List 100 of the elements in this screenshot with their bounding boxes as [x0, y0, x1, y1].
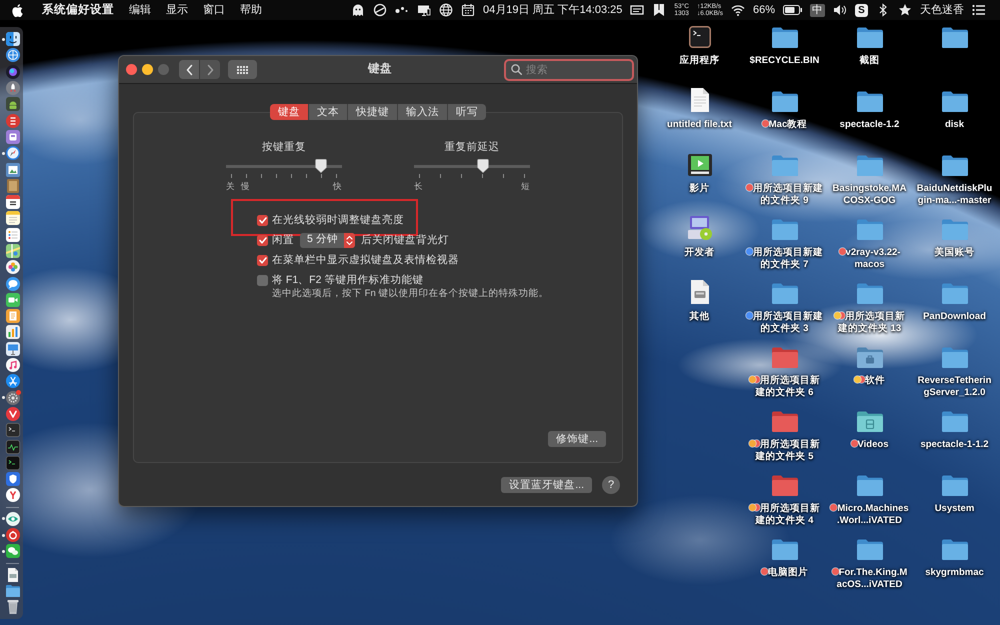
modifier-keys-button[interactable]: 修饰键... — [548, 431, 606, 447]
slider-thumb[interactable] — [315, 159, 328, 173]
terminal-icon[interactable] — [688, 26, 710, 48]
bookmark-icon[interactable] — [652, 3, 666, 17]
document-icon[interactable] — [6, 568, 20, 582]
computer-disc-icon[interactable] — [688, 216, 712, 240]
close-button[interactable] — [126, 64, 137, 75]
monitor-icon[interactable] — [417, 3, 432, 17]
folder-icon[interactable] — [942, 475, 968, 496]
folder-icon[interactable] — [942, 91, 968, 112]
presentation-icon[interactable] — [6, 342, 20, 356]
window-lines-icon[interactable] — [630, 3, 644, 17]
folder-icon[interactable] — [6, 584, 20, 598]
folder-icon[interactable] — [856, 539, 882, 560]
menu-item[interactable]: 显示 — [166, 3, 188, 17]
app-logo[interactable]: S — [855, 4, 868, 16]
folder-icon[interactable] — [772, 27, 798, 48]
checkbox[interactable] — [257, 254, 268, 266]
video-camera-icon[interactable] — [6, 292, 20, 307]
battery-percentage[interactable]: 66% — [752, 2, 775, 18]
folder-icon[interactable] — [772, 539, 798, 560]
file-label: 用所选项目新建的文件夹 9 — [753, 183, 823, 206]
folder-icon[interactable] — [942, 155, 968, 176]
shield-icon[interactable] — [6, 472, 20, 486]
back-button[interactable] — [179, 60, 199, 79]
tab[interactable]: 快捷键 — [347, 104, 397, 120]
folder-icon[interactable] — [856, 155, 882, 176]
folder-icon[interactable] — [856, 27, 882, 48]
terminal-icon[interactable] — [6, 456, 20, 470]
checkmark-icon — [258, 256, 266, 264]
fork-logo-icon[interactable] — [6, 488, 20, 502]
compass-icon[interactable] — [6, 146, 20, 160]
tab[interactable]: 听写 — [447, 104, 486, 120]
folder-icon[interactable] — [856, 475, 882, 496]
folder-icon[interactable] — [772, 91, 798, 112]
app-icon[interactable] — [6, 130, 20, 144]
chart-monitor-icon[interactable] — [6, 440, 20, 454]
menu-item[interactable]: 窗口 — [203, 3, 225, 17]
drive-document-icon[interactable] — [690, 280, 708, 304]
checkbox[interactable] — [257, 234, 268, 246]
gear-icon[interactable] — [6, 390, 20, 405]
calendar-icon[interactable] — [6, 195, 20, 210]
tab[interactable]: 输入法 — [397, 104, 447, 120]
tab[interactable]: 文本 — [308, 104, 347, 120]
ghost-icon[interactable] — [351, 3, 366, 17]
music-note-icon[interactable] — [6, 358, 20, 372]
finder-face-icon[interactable] — [6, 32, 20, 46]
chevron-logo-icon[interactable] — [6, 406, 20, 421]
bluetooth-keyboard-button[interactable]: 设置蓝牙键盘... — [501, 477, 592, 493]
file-label: 用所选项目新建的文件夹 13 — [838, 311, 905, 334]
flower-icon[interactable] — [6, 260, 20, 274]
user-name[interactable]: 天色迷香 — [920, 2, 964, 18]
menu-item[interactable]: 编辑 — [129, 3, 151, 17]
rocket-icon[interactable] — [6, 81, 20, 96]
apple-logo-icon[interactable] — [12, 4, 23, 16]
star-icon[interactable] — [898, 3, 912, 17]
terminal-icon[interactable] — [6, 423, 20, 438]
app-icon[interactable] — [6, 114, 20, 128]
minimize-button[interactable] — [142, 64, 153, 75]
menu-list-icon[interactable] — [972, 3, 986, 17]
folder-icon[interactable] — [856, 91, 882, 112]
battery-icon[interactable] — [783, 5, 802, 15]
bar-chart-icon[interactable] — [6, 325, 20, 340]
file-label: 用所选项目新建的文件夹 6 — [756, 375, 820, 398]
film-play-icon[interactable] — [688, 154, 712, 176]
photo-viewer-icon[interactable] — [6, 162, 20, 177]
chat-bubbles-icon[interactable] — [6, 544, 20, 558]
show-all-button[interactable] — [228, 60, 257, 79]
map-icon[interactable] — [6, 244, 20, 258]
slider-thumb[interactable] — [476, 159, 488, 173]
film-folder-icon[interactable] — [856, 411, 882, 432]
globe-icon[interactable] — [6, 48, 20, 62]
orb-icon[interactable] — [6, 64, 20, 79]
app-menu[interactable]: 系统偏好设置 — [42, 3, 114, 17]
notes-icon[interactable] — [6, 211, 20, 226]
folder-icon[interactable] — [942, 539, 968, 560]
calendar-icon[interactable] — [461, 3, 476, 17]
checklist-icon[interactable] — [6, 228, 20, 242]
trash-icon[interactable] — [6, 600, 20, 614]
eye-icon[interactable] — [6, 512, 20, 526]
pen-document-icon[interactable] — [6, 309, 20, 324]
clock-text[interactable]: 04月19日 周五 下午14:03:25 — [483, 2, 622, 18]
menu-item[interactable]: 帮助 — [240, 3, 262, 17]
app-store-icon[interactable] — [6, 374, 20, 388]
tab[interactable]: 键盘 — [270, 104, 308, 120]
wifi-icon[interactable] — [730, 3, 745, 17]
input-method-indicator[interactable]: 中 — [810, 4, 825, 16]
checkbox[interactable] — [257, 214, 268, 226]
duration-popup[interactable]: 5 分钟 — [300, 232, 355, 248]
speaker-icon[interactable] — [833, 3, 847, 17]
help-button[interactable]: ? — [602, 476, 620, 494]
circle-slash-icon[interactable] — [373, 3, 388, 17]
globe-icon[interactable] — [439, 3, 454, 17]
speech-bubble-icon[interactable] — [6, 276, 20, 291]
folder-icon[interactable] — [942, 27, 968, 48]
text-file-icon[interactable] — [690, 88, 708, 112]
music-disc-icon[interactable] — [6, 528, 20, 542]
checkbox[interactable] — [257, 274, 268, 286]
robot-icon[interactable] — [6, 97, 20, 112]
search-field[interactable]: 搜索 — [504, 58, 634, 80]
